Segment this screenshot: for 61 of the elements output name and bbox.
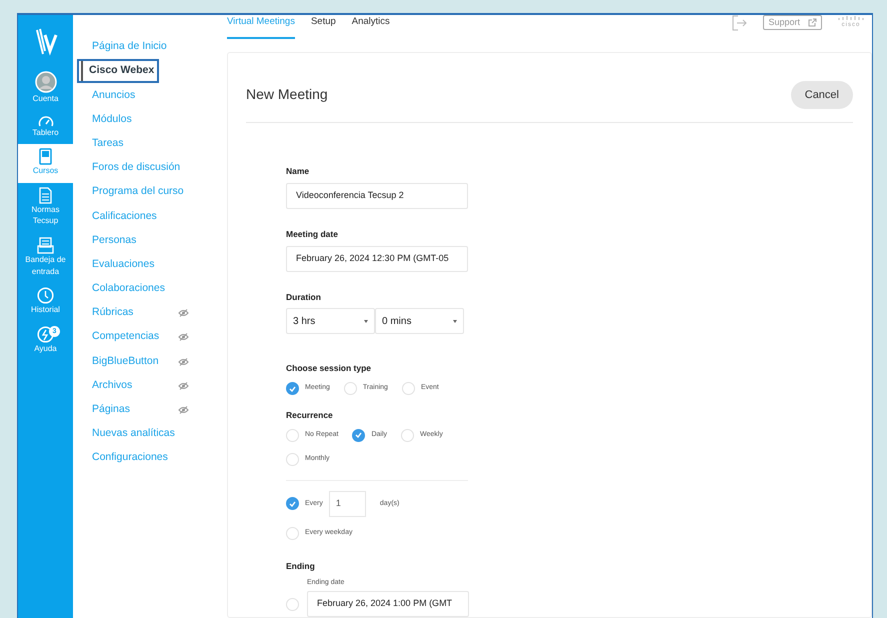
card-title: New Meeting	[246, 85, 328, 104]
nav-item[interactable]: Tablero	[18, 110, 73, 144]
course-nav-link[interactable]: Cisco Webex	[77, 59, 160, 84]
field-label: Ending	[286, 560, 316, 572]
check-icon	[289, 386, 296, 392]
radio-button[interactable]	[286, 382, 299, 395]
external-link-icon	[808, 18, 817, 27]
tab[interactable]: Setup	[310, 15, 336, 40]
dashboard-icon	[38, 114, 54, 127]
course-nav-link[interactable]: Configuraciones	[92, 450, 168, 466]
nav-item[interactable]: Historial	[18, 283, 73, 322]
check-icon	[289, 500, 296, 507]
dropdown-field[interactable]: 3 hrs	[286, 308, 375, 334]
course-nav-link[interactable]: Tareas	[92, 136, 124, 152]
logo-bars-icon	[838, 15, 864, 21]
dropdown-field[interactable]: 0 mins	[375, 308, 464, 334]
course-nav-link[interactable]: Nuevas analíticas	[92, 426, 175, 442]
course-nav-link[interactable]: Colaboraciones	[92, 281, 165, 297]
course-nav-link[interactable]: Archivos	[92, 378, 132, 394]
date-field[interactable]: February 26, 2024 1:00 PM (GMT	[307, 591, 469, 617]
course-nav-link[interactable]: Personas	[92, 232, 136, 248]
course-nav-link[interactable]: Página de Inicio	[92, 39, 167, 55]
course-nav-link[interactable]: Programa del curso	[92, 184, 184, 200]
tab[interactable]: Virtual Meetings	[227, 15, 295, 40]
field-label: Choose session type	[286, 362, 372, 375]
field-label: Meeting date	[286, 228, 339, 240]
course-nav-link[interactable]: Evaluaciones	[92, 256, 154, 273]
cancel-button[interactable]: Cancel	[790, 80, 853, 109]
course-nav-link[interactable]: Anuncios	[92, 88, 136, 104]
sign-out-icon	[732, 15, 748, 31]
input-field[interactable]: Videoconferencia Tecsup 2	[286, 182, 468, 209]
course-nav-link[interactable]: Módulos	[92, 112, 132, 128]
field-label: Duration	[286, 290, 322, 304]
avatar-icon	[34, 71, 56, 93]
field-label: Name	[286, 165, 310, 178]
nav-item[interactable]: Normas Tecsup	[18, 182, 73, 233]
help-icon	[37, 326, 54, 343]
course-nav-link[interactable]: Páginas	[92, 402, 130, 418]
course-nav-link[interactable]: Competencias	[92, 329, 160, 346]
field-label: Recurrence	[286, 409, 334, 422]
inbox-icon	[37, 236, 54, 254]
document-icon	[39, 186, 52, 204]
nav-item[interactable]: Cursos	[18, 144, 73, 183]
course-nav-link[interactable]: Calificaciones	[92, 208, 157, 224]
logo-icon	[34, 27, 58, 57]
check-icon	[355, 432, 362, 438]
course-nav-link[interactable]: BigBlueButton	[92, 354, 159, 370]
nav-item[interactable]: Cuenta	[18, 67, 73, 111]
nav-item[interactable]: Bandeja de entrada	[18, 232, 73, 284]
radio-button[interactable]	[286, 497, 299, 510]
radio-button[interactable]	[352, 428, 366, 442]
course-nav-link[interactable]: Rúbricas	[92, 305, 134, 322]
date-field[interactable]: February 26, 2024 12:30 PM (GMT-05	[286, 246, 468, 272]
number-field[interactable]: 1	[328, 490, 366, 517]
caret-icon	[364, 320, 368, 323]
tab[interactable]: Analytics	[352, 15, 390, 40]
caret-icon	[453, 320, 457, 323]
clock-icon	[37, 287, 54, 304]
book-icon	[39, 148, 52, 166]
course-nav-link[interactable]: Foros de discusión	[92, 160, 180, 176]
support-button[interactable]: Support	[763, 15, 822, 30]
